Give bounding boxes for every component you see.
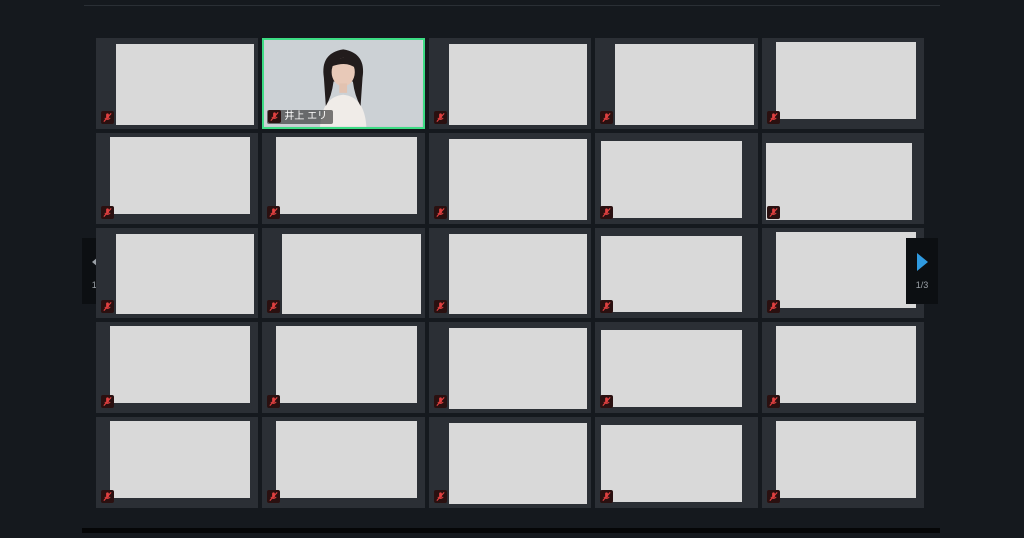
participant-tile[interactable] xyxy=(96,38,259,129)
participant-tile[interactable] xyxy=(761,38,924,129)
mic-muted-icon xyxy=(267,490,281,503)
redacted-video xyxy=(116,44,255,125)
mic-muted-icon xyxy=(101,490,114,503)
mic-muted-icon xyxy=(101,205,114,219)
participant-grid: 井上 エリ xyxy=(96,38,924,508)
chevron-right-icon xyxy=(917,253,928,271)
redacted-video xyxy=(276,421,417,498)
participant-tile[interactable] xyxy=(595,38,758,129)
redacted-video xyxy=(110,326,251,404)
participant-tile[interactable] xyxy=(262,417,425,508)
mic-muted-icon xyxy=(433,205,447,219)
participant-tile[interactable] xyxy=(428,322,592,414)
redacted-video xyxy=(615,44,754,125)
bottom-toolbar-edge xyxy=(82,528,940,533)
redacted-video xyxy=(282,233,421,315)
mic-muted-icon xyxy=(433,490,447,503)
page-indicator-right: 1/3 xyxy=(915,280,929,290)
participant-tile[interactable] xyxy=(428,417,592,508)
mic-muted-icon xyxy=(600,205,614,219)
mic-muted-icon xyxy=(600,300,614,314)
participant-name: 井上 エリ xyxy=(284,110,328,122)
mic-muted-icon xyxy=(766,490,780,503)
participant-tile[interactable] xyxy=(761,417,924,508)
redacted-video xyxy=(276,326,417,404)
participant-tile[interactable] xyxy=(761,322,924,414)
participant-tile[interactable] xyxy=(96,132,259,224)
redacted-video xyxy=(448,423,588,504)
participant-tile[interactable] xyxy=(96,417,259,508)
mic-muted-icon xyxy=(766,205,780,219)
participant-tile[interactable] xyxy=(761,227,924,319)
next-page-button[interactable]: 1/3 xyxy=(906,238,938,304)
mic-muted-icon xyxy=(433,300,447,314)
mic-muted-icon xyxy=(766,300,780,314)
participant-tile[interactable] xyxy=(595,227,758,319)
redacted-video xyxy=(448,44,588,125)
mic-muted-icon xyxy=(101,395,114,409)
mic-muted-icon xyxy=(766,110,780,124)
redacted-video xyxy=(775,231,916,309)
mic-muted-icon xyxy=(268,110,282,124)
participant-tile[interactable] xyxy=(595,132,758,224)
redacted-video xyxy=(448,328,588,410)
participant-tile[interactable] xyxy=(262,132,425,224)
redacted-video xyxy=(448,138,588,220)
participant-tile[interactable] xyxy=(96,322,259,414)
participant-tile[interactable] xyxy=(595,417,758,508)
redacted-video xyxy=(775,421,916,498)
participant-tile[interactable] xyxy=(428,38,592,129)
mic-muted-icon xyxy=(101,110,114,124)
mic-muted-icon xyxy=(766,395,780,409)
mic-muted-icon xyxy=(267,395,281,409)
redacted-video xyxy=(775,42,916,119)
gallery-view: 井上 エリ xyxy=(96,38,924,508)
mic-muted-icon xyxy=(600,395,614,409)
participant-tile[interactable] xyxy=(428,132,592,224)
redacted-video xyxy=(448,233,588,315)
redacted-video xyxy=(765,142,912,220)
top-divider xyxy=(84,5,940,6)
mic-muted-icon xyxy=(600,490,614,503)
redacted-video xyxy=(601,140,742,218)
participant-tile[interactable] xyxy=(96,227,259,319)
redacted-video xyxy=(601,235,742,313)
redacted-video xyxy=(601,425,742,502)
redacted-video xyxy=(276,136,417,214)
participant-tile[interactable] xyxy=(262,227,425,319)
mic-muted-icon xyxy=(267,300,281,314)
participant-tile[interactable] xyxy=(262,322,425,414)
mic-muted-icon xyxy=(433,110,447,124)
redacted-video xyxy=(110,136,251,214)
mic-muted-icon xyxy=(101,300,114,314)
participant-tile[interactable] xyxy=(761,132,924,224)
redacted-video xyxy=(601,330,742,408)
mic-muted-icon xyxy=(267,205,281,219)
redacted-video xyxy=(110,421,251,498)
participant-tile[interactable] xyxy=(595,322,758,414)
mic-muted-icon xyxy=(433,395,447,409)
participant-name-label: 井上 エリ xyxy=(267,109,334,124)
mic-muted-icon xyxy=(600,110,614,124)
participant-tile[interactable] xyxy=(428,227,592,319)
redacted-video xyxy=(116,233,255,315)
redacted-video xyxy=(775,326,916,404)
participant-tile-active[interactable]: 井上 エリ xyxy=(262,38,425,129)
